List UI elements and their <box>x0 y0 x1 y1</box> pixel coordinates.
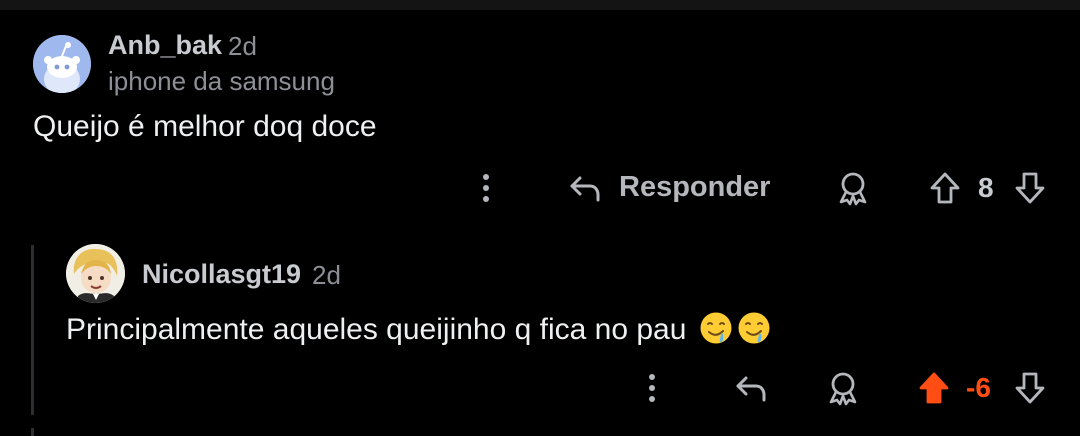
avatar-nicollasgt19[interactable] <box>66 244 125 303</box>
comment-timestamp: 2d <box>312 260 341 290</box>
user-flair: iphone da samsung <box>108 66 335 96</box>
award-icon[interactable] <box>826 370 860 406</box>
thread-line[interactable] <box>31 245 34 415</box>
reply-icon[interactable] <box>734 372 768 404</box>
downvote-icon[interactable] <box>1013 170 1047 206</box>
avatar-anb-bak[interactable] <box>33 35 91 93</box>
vote-score: 8 <box>978 172 994 203</box>
comment-author[interactable]: Anb_bak <box>108 30 222 61</box>
downvote-icon[interactable] <box>1013 370 1047 406</box>
award-icon[interactable] <box>836 170 870 206</box>
comment-timestamp: 2d <box>228 31 257 61</box>
more-vertical-icon[interactable] <box>642 372 662 404</box>
comment-body: Queijo é melhor doq doce <box>33 110 377 143</box>
comment-author[interactable]: Nicollasgt19 <box>142 259 301 290</box>
comment-body: Principalmente aqueles queijinho q fica … <box>66 311 771 347</box>
top-bar <box>0 0 1080 10</box>
upvote-icon[interactable] <box>928 170 962 206</box>
drooling-face-emoji <box>738 312 770 344</box>
drooling-face-emoji <box>700 312 732 344</box>
upvote-icon-active[interactable] <box>917 370 951 406</box>
comment-text: Principalmente aqueles queijinho q fica … <box>66 313 687 346</box>
reply-button[interactable]: Responder <box>619 171 770 204</box>
thread-line[interactable] <box>31 428 34 436</box>
vote-score: -6 <box>966 372 991 403</box>
more-vertical-icon[interactable] <box>476 172 496 204</box>
reply-icon[interactable] <box>568 172 602 204</box>
